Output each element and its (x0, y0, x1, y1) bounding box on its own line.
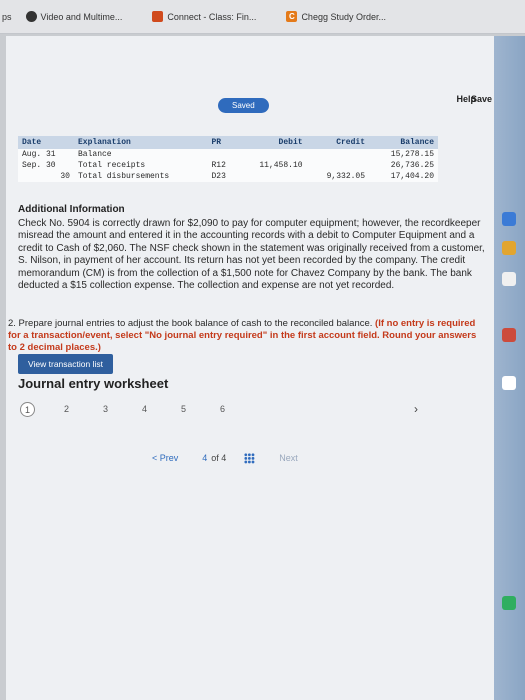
ledger-cell: Total disbursements (77, 172, 170, 181)
ledger-cell: 26,736.25 (390, 161, 434, 170)
worksheet-page-3[interactable]: 3 (98, 402, 113, 417)
prev-button[interactable]: < Prev (146, 451, 184, 465)
ledger-col-date: Date (18, 136, 74, 149)
ledger-cell: 15,278.15 (390, 150, 434, 159)
ledger-cell: D23 (211, 172, 226, 181)
ledger-col-credit: Credit (306, 136, 370, 149)
ledger-col-explanation: Explanation (73, 136, 208, 149)
current-question: 4 (202, 453, 208, 463)
worksheet-page-1[interactable]: 1 (20, 402, 35, 417)
bookmarks-bar: ps Video and Multime... Connect - Class:… (0, 0, 525, 34)
ledger-cell (208, 149, 238, 160)
bookmark-connect-label: Connect - Class: Fin... (167, 11, 257, 22)
top-bar: Saved Help Save (6, 36, 494, 114)
connect-icon (152, 11, 164, 22)
worksheet-page-2[interactable]: 2 (59, 402, 74, 417)
additional-info-title: Additional Information (18, 204, 125, 215)
table-row: 30 Total disbursements D23 9,332.05 17,4… (18, 171, 438, 182)
dock-app-icon[interactable] (502, 212, 516, 226)
bookmark-chegg[interactable]: C Chegg Study Order... (286, 11, 386, 22)
bookmark-chegg-label: Chegg Study Order... (301, 11, 386, 22)
cash-ledger-table: Date Explanation PR Debit Credit Balance… (18, 136, 438, 182)
next-button[interactable]: Next (273, 451, 304, 465)
bookmark-video[interactable]: Video and Multime... (25, 11, 123, 22)
chevron-right-icon[interactable]: › (414, 402, 418, 416)
ledger-cell (238, 149, 307, 160)
dock (494, 36, 525, 700)
additional-info-body: Check No. 5904 is correctly drawn for $2… (18, 217, 485, 292)
ledger-cell: Total receipts (77, 161, 146, 170)
ledger-cell: R12 (211, 161, 226, 170)
dock-app-icon[interactable] (502, 596, 516, 610)
dock-app-icon[interactable] (502, 328, 516, 342)
question-counter: 4 of 4 (202, 453, 226, 463)
ledger-cell: 17,404.20 (390, 172, 434, 181)
video-icon (25, 11, 37, 22)
question-total: of 4 (211, 453, 227, 463)
chegg-icon: C (286, 11, 298, 22)
ledger-col-balance: Balance (369, 136, 438, 149)
worksheet-page-5[interactable]: 5 (176, 402, 191, 417)
instructions: 2. Prepare journal entries to adjust the… (8, 318, 484, 354)
ledger-cell: 11,458.10 (259, 161, 303, 170)
grid-icon[interactable] (244, 452, 256, 464)
bookmark-video-label: Video and Multime... (40, 11, 123, 22)
bookmark-connect[interactable]: Connect - Class: Fin... (152, 11, 256, 22)
question-navigation: < Prev 4 of 4 Next (146, 451, 304, 465)
dock-app-icon[interactable] (502, 376, 516, 390)
ledger-cell: Aug. 31 (22, 150, 56, 159)
saved-status-badge: Saved (218, 98, 269, 113)
table-row: Sep. 30 Total receipts R12 11,458.10 26,… (18, 160, 438, 171)
ledger-col-debit: Debit (237, 136, 307, 149)
dock-app-icon[interactable] (502, 241, 516, 255)
worksheet-page-6[interactable]: 6 (215, 402, 230, 417)
assignment-page: Saved Help Save Date Explanation PR Debi… (6, 36, 494, 700)
instructions-text: 2. Prepare journal entries to adjust the… (8, 318, 373, 329)
ledger-cell (307, 160, 369, 171)
ledger-cell: 30 (60, 172, 70, 181)
additional-information: Additional Information Check No. 5904 is… (18, 204, 488, 293)
ledger-cell (307, 149, 369, 160)
ledger-col-pr: PR (207, 136, 238, 149)
save-link[interactable]: Save (471, 94, 492, 104)
worksheet-page-4[interactable]: 4 (137, 402, 152, 417)
ledger-cell: Balance (77, 150, 112, 159)
ledger-cell (238, 171, 307, 182)
ledger-header-row: Date Explanation PR Debit Credit Balance (18, 136, 438, 149)
table-row: Aug. 31 Balance 15,278.15 (18, 149, 438, 160)
bookmarks-leading: ps (2, 11, 12, 22)
dock-app-icon[interactable] (502, 272, 516, 286)
view-transaction-list-button[interactable]: View transaction list (18, 354, 113, 374)
worksheet-title: Journal entry worksheet (18, 376, 169, 391)
ledger-cell: 9,332.05 (326, 172, 366, 181)
worksheet-pager: 1 2 3 4 5 6 (20, 402, 230, 417)
ledger-cell: Sep. 30 (22, 161, 56, 170)
